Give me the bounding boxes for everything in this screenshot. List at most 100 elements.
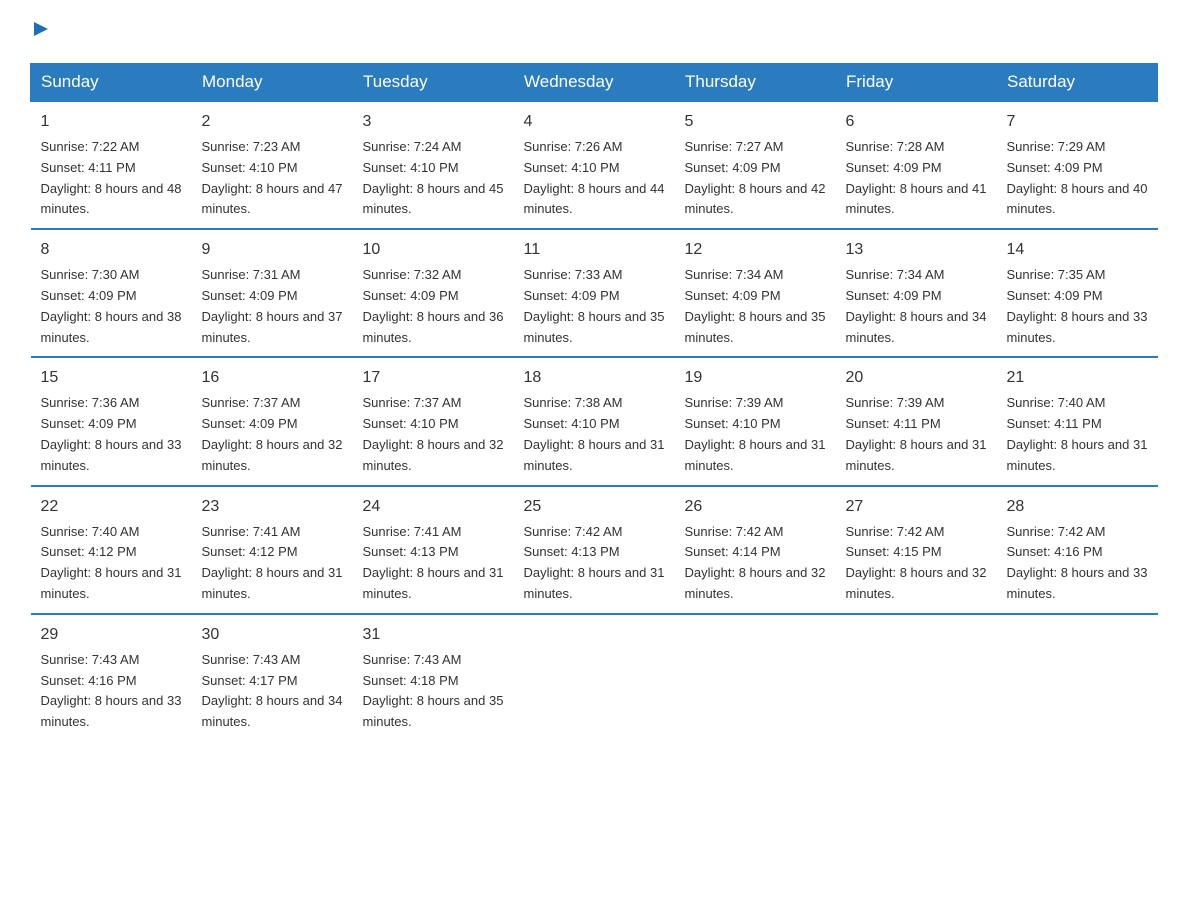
day-number: 24 <box>363 495 504 519</box>
day-number: 5 <box>685 110 826 134</box>
day-info: Sunrise: 7:37 AMSunset: 4:09 PMDaylight:… <box>202 393 343 476</box>
day-info: Sunrise: 7:42 AMSunset: 4:14 PMDaylight:… <box>685 522 826 605</box>
day-info: Sunrise: 7:37 AMSunset: 4:10 PMDaylight:… <box>363 393 504 476</box>
day-number: 4 <box>524 110 665 134</box>
day-info: Sunrise: 7:41 AMSunset: 4:12 PMDaylight:… <box>202 522 343 605</box>
calendar-cell: 30 Sunrise: 7:43 AMSunset: 4:17 PMDaylig… <box>192 614 353 741</box>
day-info: Sunrise: 7:26 AMSunset: 4:10 PMDaylight:… <box>524 137 665 220</box>
calendar-cell: 29 Sunrise: 7:43 AMSunset: 4:16 PMDaylig… <box>31 614 192 741</box>
day-info: Sunrise: 7:36 AMSunset: 4:09 PMDaylight:… <box>41 393 182 476</box>
day-info: Sunrise: 7:32 AMSunset: 4:09 PMDaylight:… <box>363 265 504 348</box>
col-monday: Monday <box>192 64 353 102</box>
day-number: 30 <box>202 623 343 647</box>
col-wednesday: Wednesday <box>514 64 675 102</box>
logo <box>30 20 50 43</box>
calendar-cell: 7 Sunrise: 7:29 AMSunset: 4:09 PMDayligh… <box>997 101 1158 229</box>
day-info: Sunrise: 7:43 AMSunset: 4:18 PMDaylight:… <box>363 650 504 733</box>
calendar-cell: 8 Sunrise: 7:30 AMSunset: 4:09 PMDayligh… <box>31 229 192 357</box>
day-number: 18 <box>524 366 665 390</box>
day-number: 7 <box>1007 110 1148 134</box>
calendar-cell: 20 Sunrise: 7:39 AMSunset: 4:11 PMDaylig… <box>836 357 997 485</box>
calendar-cell: 25 Sunrise: 7:42 AMSunset: 4:13 PMDaylig… <box>514 486 675 614</box>
day-number: 15 <box>41 366 182 390</box>
day-number: 14 <box>1007 238 1148 262</box>
day-number: 6 <box>846 110 987 134</box>
day-number: 13 <box>846 238 987 262</box>
calendar-cell: 11 Sunrise: 7:33 AMSunset: 4:09 PMDaylig… <box>514 229 675 357</box>
day-number: 21 <box>1007 366 1148 390</box>
calendar-cell: 26 Sunrise: 7:42 AMSunset: 4:14 PMDaylig… <box>675 486 836 614</box>
day-info: Sunrise: 7:34 AMSunset: 4:09 PMDaylight:… <box>685 265 826 348</box>
day-number: 20 <box>846 366 987 390</box>
col-sunday: Sunday <box>31 64 192 102</box>
calendar-cell: 10 Sunrise: 7:32 AMSunset: 4:09 PMDaylig… <box>353 229 514 357</box>
day-info: Sunrise: 7:38 AMSunset: 4:10 PMDaylight:… <box>524 393 665 476</box>
day-info: Sunrise: 7:43 AMSunset: 4:17 PMDaylight:… <box>202 650 343 733</box>
calendar-week-row: 8 Sunrise: 7:30 AMSunset: 4:09 PMDayligh… <box>31 229 1158 357</box>
logo-flag-icon <box>32 20 50 38</box>
day-info: Sunrise: 7:41 AMSunset: 4:13 PMDaylight:… <box>363 522 504 605</box>
page-header <box>30 20 1158 43</box>
calendar-cell: 23 Sunrise: 7:41 AMSunset: 4:12 PMDaylig… <box>192 486 353 614</box>
day-info: Sunrise: 7:34 AMSunset: 4:09 PMDaylight:… <box>846 265 987 348</box>
calendar-cell <box>997 614 1158 741</box>
calendar-cell: 22 Sunrise: 7:40 AMSunset: 4:12 PMDaylig… <box>31 486 192 614</box>
calendar-cell: 31 Sunrise: 7:43 AMSunset: 4:18 PMDaylig… <box>353 614 514 741</box>
calendar-cell: 6 Sunrise: 7:28 AMSunset: 4:09 PMDayligh… <box>836 101 997 229</box>
day-number: 26 <box>685 495 826 519</box>
day-number: 12 <box>685 238 826 262</box>
day-info: Sunrise: 7:23 AMSunset: 4:10 PMDaylight:… <box>202 137 343 220</box>
col-saturday: Saturday <box>997 64 1158 102</box>
col-tuesday: Tuesday <box>353 64 514 102</box>
day-number: 19 <box>685 366 826 390</box>
day-info: Sunrise: 7:40 AMSunset: 4:11 PMDaylight:… <box>1007 393 1148 476</box>
day-info: Sunrise: 7:24 AMSunset: 4:10 PMDaylight:… <box>363 137 504 220</box>
day-info: Sunrise: 7:31 AMSunset: 4:09 PMDaylight:… <box>202 265 343 348</box>
calendar-header-row: Sunday Monday Tuesday Wednesday Thursday… <box>31 64 1158 102</box>
day-number: 10 <box>363 238 504 262</box>
day-number: 22 <box>41 495 182 519</box>
day-info: Sunrise: 7:39 AMSunset: 4:10 PMDaylight:… <box>685 393 826 476</box>
calendar-cell: 18 Sunrise: 7:38 AMSunset: 4:10 PMDaylig… <box>514 357 675 485</box>
day-info: Sunrise: 7:42 AMSunset: 4:16 PMDaylight:… <box>1007 522 1148 605</box>
calendar-cell: 17 Sunrise: 7:37 AMSunset: 4:10 PMDaylig… <box>353 357 514 485</box>
calendar-table: Sunday Monday Tuesday Wednesday Thursday… <box>30 63 1158 741</box>
day-info: Sunrise: 7:30 AMSunset: 4:09 PMDaylight:… <box>41 265 182 348</box>
day-number: 17 <box>363 366 504 390</box>
day-number: 29 <box>41 623 182 647</box>
calendar-cell: 27 Sunrise: 7:42 AMSunset: 4:15 PMDaylig… <box>836 486 997 614</box>
calendar-week-row: 1 Sunrise: 7:22 AMSunset: 4:11 PMDayligh… <box>31 101 1158 229</box>
calendar-cell: 3 Sunrise: 7:24 AMSunset: 4:10 PMDayligh… <box>353 101 514 229</box>
day-info: Sunrise: 7:39 AMSunset: 4:11 PMDaylight:… <box>846 393 987 476</box>
day-info: Sunrise: 7:27 AMSunset: 4:09 PMDaylight:… <box>685 137 826 220</box>
calendar-cell: 24 Sunrise: 7:41 AMSunset: 4:13 PMDaylig… <box>353 486 514 614</box>
col-thursday: Thursday <box>675 64 836 102</box>
calendar-cell: 14 Sunrise: 7:35 AMSunset: 4:09 PMDaylig… <box>997 229 1158 357</box>
day-number: 16 <box>202 366 343 390</box>
day-number: 9 <box>202 238 343 262</box>
calendar-cell: 1 Sunrise: 7:22 AMSunset: 4:11 PMDayligh… <box>31 101 192 229</box>
calendar-cell <box>836 614 997 741</box>
day-info: Sunrise: 7:29 AMSunset: 4:09 PMDaylight:… <box>1007 137 1148 220</box>
calendar-cell: 21 Sunrise: 7:40 AMSunset: 4:11 PMDaylig… <box>997 357 1158 485</box>
day-number: 31 <box>363 623 504 647</box>
day-number: 25 <box>524 495 665 519</box>
calendar-cell: 15 Sunrise: 7:36 AMSunset: 4:09 PMDaylig… <box>31 357 192 485</box>
day-number: 27 <box>846 495 987 519</box>
calendar-cell: 2 Sunrise: 7:23 AMSunset: 4:10 PMDayligh… <box>192 101 353 229</box>
calendar-week-row: 29 Sunrise: 7:43 AMSunset: 4:16 PMDaylig… <box>31 614 1158 741</box>
day-info: Sunrise: 7:28 AMSunset: 4:09 PMDaylight:… <box>846 137 987 220</box>
calendar-cell: 13 Sunrise: 7:34 AMSunset: 4:09 PMDaylig… <box>836 229 997 357</box>
calendar-cell: 4 Sunrise: 7:26 AMSunset: 4:10 PMDayligh… <box>514 101 675 229</box>
calendar-cell: 19 Sunrise: 7:39 AMSunset: 4:10 PMDaylig… <box>675 357 836 485</box>
day-number: 2 <box>202 110 343 134</box>
calendar-cell: 28 Sunrise: 7:42 AMSunset: 4:16 PMDaylig… <box>997 486 1158 614</box>
calendar-cell: 12 Sunrise: 7:34 AMSunset: 4:09 PMDaylig… <box>675 229 836 357</box>
day-info: Sunrise: 7:33 AMSunset: 4:09 PMDaylight:… <box>524 265 665 348</box>
calendar-week-row: 22 Sunrise: 7:40 AMSunset: 4:12 PMDaylig… <box>31 486 1158 614</box>
calendar-cell: 5 Sunrise: 7:27 AMSunset: 4:09 PMDayligh… <box>675 101 836 229</box>
calendar-cell: 9 Sunrise: 7:31 AMSunset: 4:09 PMDayligh… <box>192 229 353 357</box>
calendar-cell: 16 Sunrise: 7:37 AMSunset: 4:09 PMDaylig… <box>192 357 353 485</box>
day-info: Sunrise: 7:43 AMSunset: 4:16 PMDaylight:… <box>41 650 182 733</box>
day-info: Sunrise: 7:40 AMSunset: 4:12 PMDaylight:… <box>41 522 182 605</box>
